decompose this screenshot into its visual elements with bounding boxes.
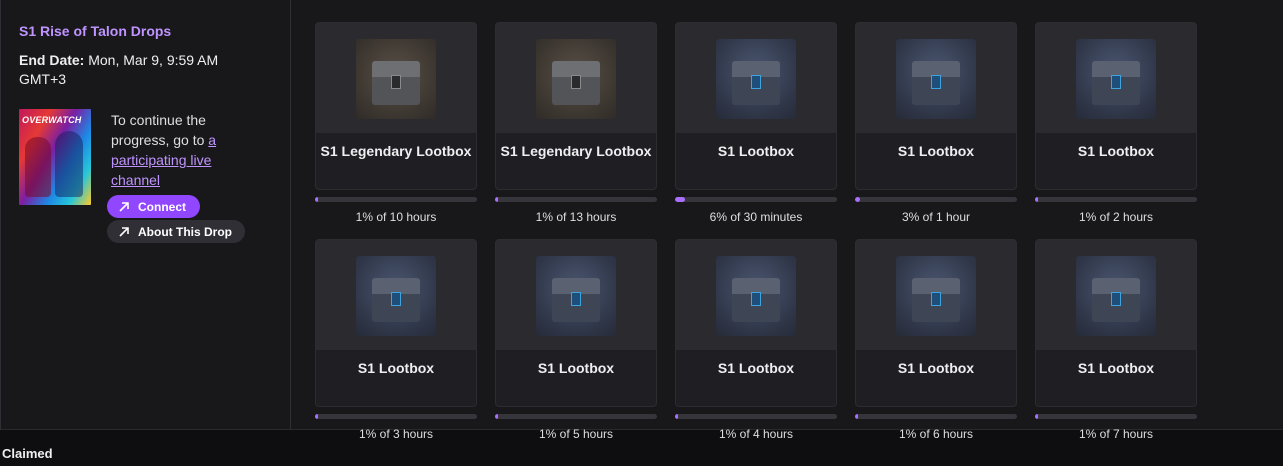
continue-text: To continue the progress, go to <box>111 112 206 148</box>
drop-image-area <box>676 23 836 133</box>
progress-text: 1% of 7 hours <box>1078 427 1154 441</box>
progress-bar <box>675 414 837 419</box>
drop-reward-tile[interactable]: S1 Lootbox <box>1035 239 1197 407</box>
progress-text: 1% of 2 hours <box>1078 210 1154 224</box>
drop-image-area <box>316 240 476 350</box>
progress-fill <box>1035 197 1039 202</box>
progress-fill <box>315 197 319 202</box>
game-box-art[interactable]: OVERWATCH <box>19 109 91 205</box>
claimed-heading: Claimed <box>2 446 53 461</box>
progress-text: 1% of 13 hours <box>535 210 617 224</box>
drop-image-area <box>856 240 1016 350</box>
progress-fill <box>855 197 860 202</box>
progress-fill <box>675 197 685 202</box>
drop-image-area <box>676 240 836 350</box>
connect-button[interactable]: Connect <box>107 195 200 218</box>
drop-reward-tile[interactable]: S1 Lootbox <box>855 22 1017 190</box>
campaign-title: S1 Rise of Talon Drops <box>19 23 172 39</box>
drop-reward-tile[interactable]: S1 Lootbox <box>855 239 1017 407</box>
progress-bar <box>1035 414 1197 419</box>
campaign-info: S1 Rise of Talon Drops End Date: Mon, Ma… <box>0 0 291 430</box>
lootbox-image <box>356 39 436 119</box>
external-arrow-icon <box>119 201 129 212</box>
end-date-label: End Date: <box>19 52 85 68</box>
lootbox-image <box>896 256 976 336</box>
drop-name: S1 Lootbox <box>897 360 975 376</box>
drop-reward-tile[interactable]: S1 Legendary Lootbox <box>315 22 477 190</box>
lootbox-image <box>356 256 436 336</box>
progress-bar <box>315 197 477 202</box>
about-label: About This Drop <box>138 224 232 239</box>
progress-text: 1% of 5 hours <box>538 427 614 441</box>
drop-reward-tile[interactable]: S1 Lootbox <box>1035 22 1197 190</box>
lootbox-image <box>536 39 616 119</box>
lootbox-image <box>896 39 976 119</box>
drop-campaign-panel: S1 Rise of Talon Drops End Date: Mon, Ma… <box>0 0 1283 441</box>
lootbox-image <box>716 39 796 119</box>
drop-name: S1 Lootbox <box>717 143 795 159</box>
drop-name: S1 Lootbox <box>897 143 975 159</box>
drop-image-area <box>496 240 656 350</box>
drop-name: S1 Lootbox <box>357 360 435 376</box>
game-logo-text: OVERWATCH <box>22 115 82 125</box>
drop-reward-tile[interactable]: S1 Lootbox <box>675 22 837 190</box>
progress-text: 3% of 1 hour <box>901 210 971 224</box>
lootbox-image <box>716 256 796 336</box>
end-date: End Date: Mon, Mar 9, 9:59 AM GMT+3 <box>19 51 249 89</box>
progress-fill <box>495 414 499 419</box>
progress-fill <box>1035 414 1039 419</box>
drop-name: S1 Legendary Lootbox <box>500 143 652 159</box>
drop-name: S1 Legendary Lootbox <box>320 143 472 159</box>
progress-bar <box>855 414 1017 419</box>
drop-image-area <box>1036 23 1196 133</box>
lootbox-image <box>1076 39 1156 119</box>
progress-text: 6% of 30 minutes <box>709 210 803 224</box>
drop-image-area <box>496 23 656 133</box>
progress-bar <box>1035 197 1197 202</box>
progress-text: 1% of 4 hours <box>718 427 794 441</box>
external-arrow-icon <box>119 226 129 237</box>
lootbox-image <box>1076 256 1156 336</box>
drop-reward-tile[interactable]: S1 Lootbox <box>315 239 477 407</box>
progress-fill <box>315 414 319 419</box>
connect-label: Connect <box>138 199 186 214</box>
about-drop-button[interactable]: About This Drop <box>107 220 245 243</box>
progress-bar <box>855 197 1017 202</box>
progress-bar <box>315 414 477 419</box>
continue-instructions: To continue the progress, go to a partic… <box>111 110 241 190</box>
drop-reward-tile[interactable]: S1 Lootbox <box>675 239 837 407</box>
drop-image-area <box>856 23 1016 133</box>
drop-reward-tile[interactable]: S1 Lootbox <box>495 239 657 407</box>
progress-bar <box>495 414 657 419</box>
progress-bar <box>675 197 837 202</box>
progress-fill <box>675 414 679 419</box>
progress-bar <box>495 197 657 202</box>
drop-reward-tile[interactable]: S1 Legendary Lootbox <box>495 22 657 190</box>
progress-text: 1% of 10 hours <box>355 210 437 224</box>
drop-image-area <box>316 23 476 133</box>
drop-name: S1 Lootbox <box>1077 360 1155 376</box>
drop-name: S1 Lootbox <box>717 360 795 376</box>
drop-name: S1 Lootbox <box>1077 143 1155 159</box>
progress-text: 1% of 6 hours <box>898 427 974 441</box>
progress-text: 1% of 3 hours <box>358 427 434 441</box>
progress-fill <box>855 414 859 419</box>
drop-image-area <box>1036 240 1196 350</box>
lootbox-image <box>536 256 616 336</box>
progress-fill <box>495 197 499 202</box>
drop-name: S1 Lootbox <box>537 360 615 376</box>
